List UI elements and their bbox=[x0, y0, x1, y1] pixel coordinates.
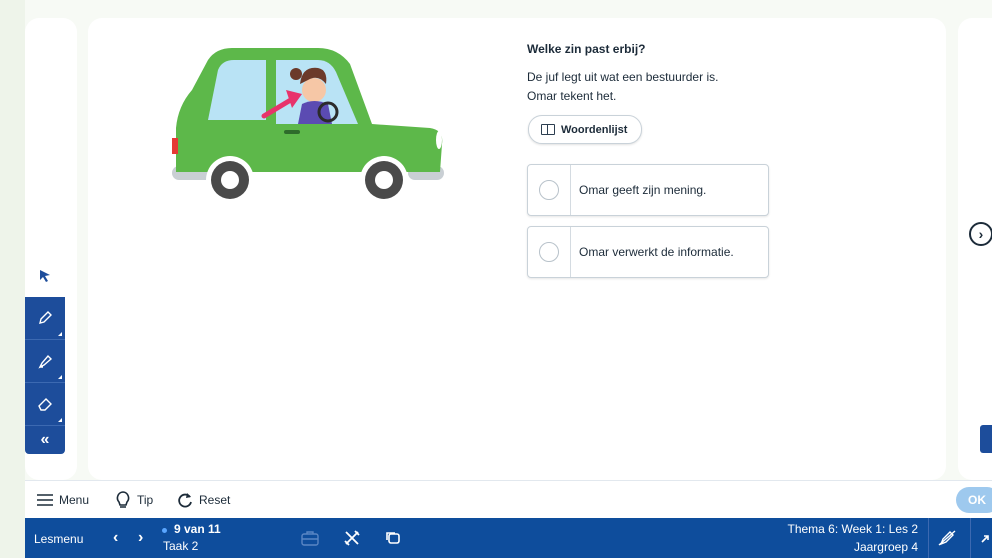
eraser-icon bbox=[38, 398, 52, 411]
double-chevron-left-icon: « bbox=[40, 431, 50, 448]
task-label: Taak 2 bbox=[163, 539, 199, 553]
answer-option-label: Omar geeft zijn mening. bbox=[579, 183, 707, 197]
progress-dot bbox=[162, 528, 167, 533]
car-illustration bbox=[172, 48, 444, 204]
radio-button[interactable] bbox=[539, 180, 559, 200]
chevron-right-icon: › bbox=[978, 226, 984, 242]
marker-tool[interactable] bbox=[25, 340, 65, 383]
question-line-2: Omar tekent het. bbox=[527, 89, 617, 103]
menu-label: Menu bbox=[59, 493, 90, 507]
wordlist-label: Woordenlijst bbox=[561, 123, 628, 136]
pencil-tool[interactable] bbox=[25, 297, 65, 340]
expand-icon[interactable] bbox=[980, 534, 990, 544]
marker-icon bbox=[38, 354, 53, 369]
previous-icon[interactable]: ‹ bbox=[113, 529, 118, 547]
next-icon[interactable]: › bbox=[138, 529, 143, 547]
drawing-tools: « bbox=[25, 255, 65, 454]
group-label: Jaargroep 4 bbox=[853, 540, 918, 554]
divider bbox=[970, 518, 971, 558]
briefcase-icon[interactable] bbox=[301, 530, 319, 546]
hamburger-icon bbox=[37, 494, 53, 506]
answer-option[interactable]: Omar verwerkt de informatie. bbox=[527, 226, 769, 278]
pencil-icon bbox=[39, 311, 52, 324]
question-title: Welke zin past erbij? bbox=[527, 42, 646, 56]
lesmenu-button[interactable]: Lesmenu bbox=[34, 532, 83, 546]
side-tab-button[interactable] bbox=[980, 425, 992, 453]
copy-icon[interactable] bbox=[385, 531, 401, 545]
reset-icon bbox=[178, 493, 192, 508]
radio-cell bbox=[528, 165, 571, 215]
tip-label: Tip bbox=[137, 493, 154, 507]
answer-option-label: Omar verwerkt de informatie. bbox=[579, 245, 734, 259]
next-page-button[interactable]: › bbox=[969, 222, 992, 246]
submenu-indicator bbox=[58, 418, 62, 422]
pen-off-icon[interactable] bbox=[938, 530, 956, 546]
tip-button[interactable]: Tip bbox=[115, 481, 153, 519]
question-text: De juf legt uit wat een bestuurder is. O… bbox=[527, 68, 718, 106]
radio-button[interactable] bbox=[539, 242, 559, 262]
submenu-indicator bbox=[58, 375, 62, 379]
status-bar: Lesmenu ‹ › 9 van 11 Taak 2 Thema 6: Wee… bbox=[25, 518, 992, 558]
submenu-indicator bbox=[58, 332, 62, 336]
menu-button[interactable]: Menu bbox=[37, 481, 89, 519]
lesson-label: Thema 6: Week 1: Les 2 bbox=[787, 522, 918, 536]
pointer-tool[interactable] bbox=[25, 255, 65, 297]
answer-option[interactable]: Omar geeft zijn mening. bbox=[527, 164, 769, 216]
right-side-panel bbox=[958, 18, 992, 480]
pointer-icon bbox=[40, 270, 50, 282]
ok-button[interactable]: OK bbox=[956, 487, 992, 513]
tools-icon[interactable] bbox=[343, 529, 361, 547]
reset-button[interactable]: Reset bbox=[177, 481, 230, 519]
divider bbox=[928, 518, 929, 558]
collapse-tools-button[interactable]: « bbox=[25, 426, 65, 454]
lightbulb-icon bbox=[116, 491, 130, 508]
question-line-1: De juf legt uit wat een bestuurder is. bbox=[527, 70, 719, 84]
book-icon bbox=[541, 124, 555, 135]
reset-label: Reset bbox=[199, 493, 231, 507]
eraser-tool[interactable] bbox=[25, 383, 65, 426]
wordlist-button[interactable]: Woordenlijst bbox=[528, 115, 643, 144]
bottom-toolbar: Menu Tip Reset bbox=[25, 480, 992, 519]
radio-cell bbox=[528, 227, 571, 277]
page-progress: 9 van 11 bbox=[174, 522, 221, 536]
